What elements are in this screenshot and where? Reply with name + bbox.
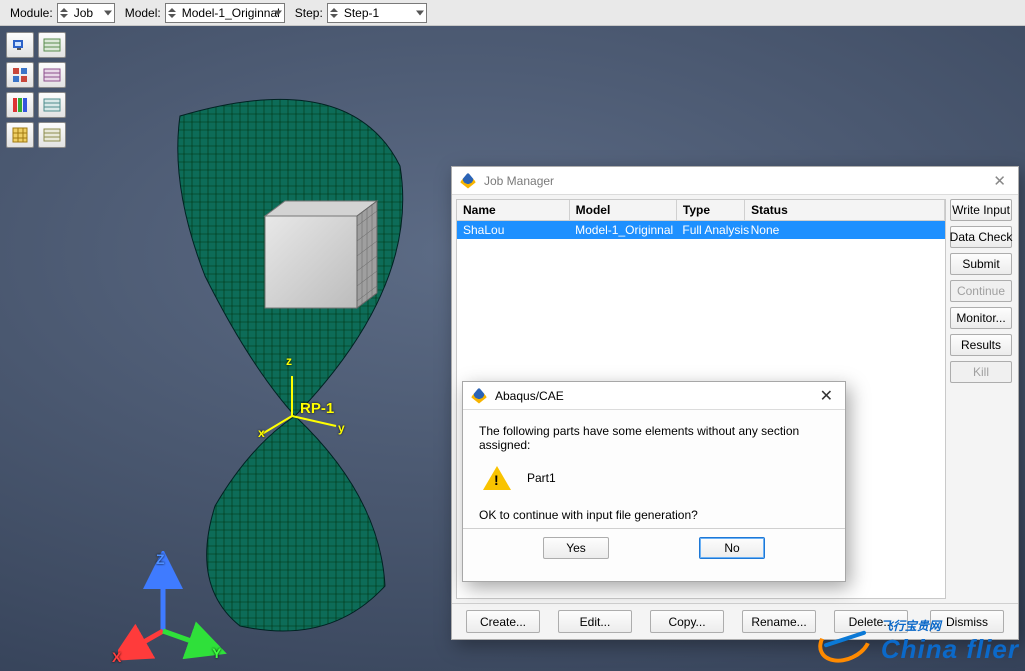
module-combo[interactable]: Job [57,3,115,23]
axis-z-label: z [286,354,292,368]
no-button[interactable]: No [699,537,765,559]
module-toolbox [6,32,66,148]
tool-btn-cosim[interactable] [6,62,34,88]
abaqus-icon [460,173,476,189]
job-table-header[interactable]: Type [676,200,744,221]
dialog-confirm-text: OK to continue with input file generatio… [479,508,829,522]
job-table-header[interactable]: Model [569,200,676,221]
close-icon[interactable]: ✕ [816,386,837,406]
watermark-swoosh-icon [817,621,873,661]
table-cell: None [745,221,945,240]
step-label: Step: [295,6,323,20]
triad-z-label: Z [156,551,165,567]
step-combo[interactable]: Step-1 [327,3,427,23]
job-manager-side-buttons: Write Input Data Check Submit Continue Monit… [946,195,1018,603]
axis-x-label: x [258,426,265,440]
watermark-main: China flier [881,634,1019,664]
watermark: 飞行宝贵网 China flier [817,617,1019,665]
tool-btn-grid[interactable] [6,122,34,148]
rename-button[interactable]: Rename... [742,610,816,633]
chevron-down-icon [416,10,424,15]
model-label: Model: [125,6,161,20]
write-input-button[interactable]: Write Input [950,199,1012,221]
model-combo[interactable]: Model-1_Originnal [165,3,285,23]
submit-button[interactable]: Submit [950,253,1012,275]
watermark-sub: 飞行宝贵网 [881,619,941,633]
edit-button[interactable]: Edit... [558,610,632,633]
dialog-title: Abaqus/CAE [495,389,564,403]
axis-y-label: y [338,421,345,435]
close-icon[interactable]: ✕ [989,172,1010,190]
kill-button: Kill [950,361,1012,383]
table-row[interactable]: ShaLouModel-1_OriginnalFull AnalysisNone [457,221,945,240]
table-cell: ShaLou [457,221,569,240]
job-manager-title: Job Manager [484,174,554,188]
section-warning-dialog: Abaqus/CAE ✕ The following parts have so… [462,381,846,582]
dialog-part-name: Part1 [527,471,556,485]
job-table-header[interactable]: Status [745,200,945,221]
triad-x-label: X [112,649,121,665]
chevron-down-icon [274,10,282,15]
table-cell: Full Analysis [676,221,744,240]
job-table-header[interactable]: Name [457,200,569,221]
warning-icon [483,466,511,490]
triad-y-label: Y [212,645,221,661]
tool-btn-rgb[interactable] [6,92,34,118]
module-label: Module: [10,6,53,20]
job-manager-titlebar[interactable]: Job Manager ✕ [452,167,1018,195]
tool-btn-table[interactable] [38,92,66,118]
tool-btn-job-manager[interactable] [6,32,34,58]
table-cell: Model-1_Originnal [569,221,676,240]
data-check-button[interactable]: Data Check [950,226,1012,248]
reference-point-label: RP-1 [300,400,334,417]
tool-btn-matrix[interactable] [38,122,66,148]
monitor-button[interactable]: Monitor... [950,307,1012,329]
create-button[interactable]: Create... [466,610,540,633]
tool-btn-opt[interactable] [38,62,66,88]
dialog-message: The following parts have some elements w… [479,424,829,452]
dialog-titlebar[interactable]: Abaqus/CAE ✕ [463,382,845,410]
continue-button: Continue [950,280,1012,302]
workbench: RP-1 x y z Z X Y [0,26,1025,671]
tool-btn-adaptivity[interactable] [38,32,66,58]
chevron-down-icon [104,10,112,15]
yes-button[interactable]: Yes [543,537,609,559]
abaqus-icon [471,388,487,404]
context-bar: Module: Job Model: Model-1_Originnal Ste… [0,0,1025,26]
results-button[interactable]: Results [950,334,1012,356]
copy-button[interactable]: Copy... [650,610,724,633]
